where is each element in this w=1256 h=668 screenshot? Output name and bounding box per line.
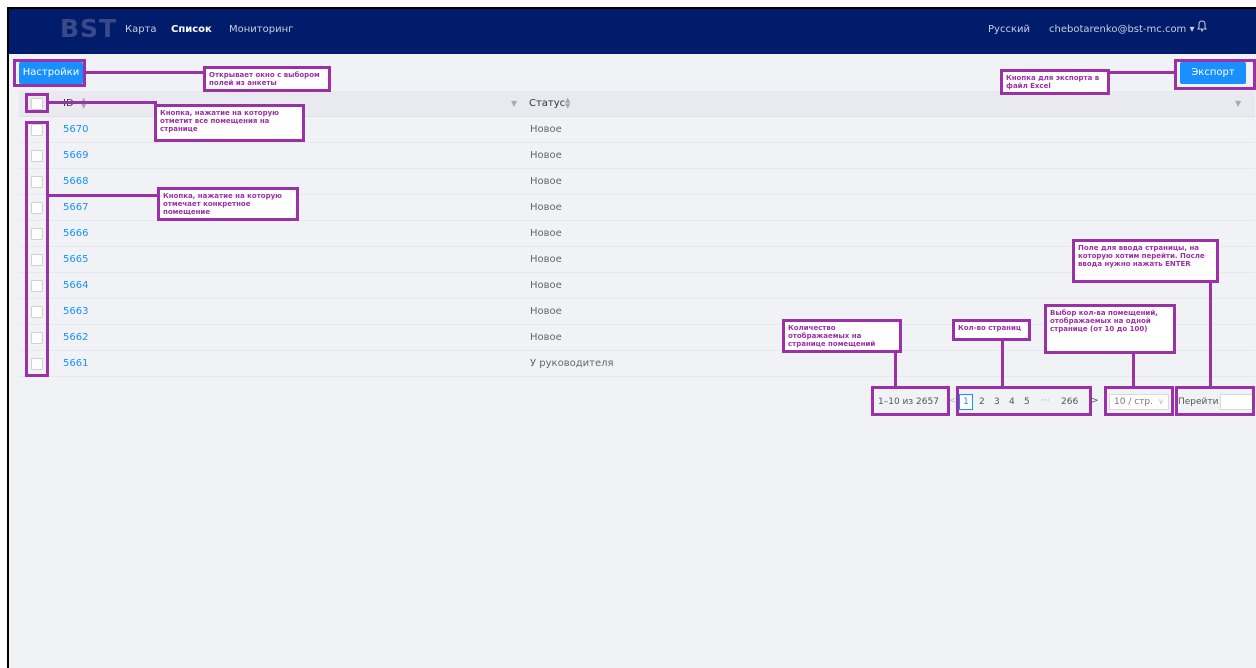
table-row: 5664 Новое — [19, 273, 1255, 299]
user-menu[interactable]: chebotarenko@bst-mc.com ▾ — [1049, 24, 1195, 35]
nav-item-list[interactable]: Список — [171, 24, 212, 35]
top-navbar: BST Карта Список Мониторинг Русский cheb… — [9, 9, 1256, 54]
row-status: У руководителя — [530, 358, 614, 369]
annotation-export-box — [1174, 59, 1256, 90]
filter-icon[interactable]: ▼ — [511, 99, 517, 108]
annotation-page-size-box — [1104, 386, 1174, 416]
row-status: Новое — [530, 332, 562, 343]
annotation-row-checkboxes-box — [25, 121, 49, 377]
annotation-select-all-box — [25, 93, 49, 113]
annotation-page-size-label: Выбор кол-ва помещений, отображаемых на … — [1044, 304, 1176, 354]
bell-icon[interactable] — [1197, 20, 1211, 36]
row-status: Новое — [530, 254, 562, 265]
annotation-line — [1001, 339, 1004, 387]
column-header-status[interactable]: Статус — [529, 98, 565, 109]
row-status: Новое — [530, 306, 562, 317]
logo: BST — [60, 14, 118, 43]
row-id-link[interactable]: 5665 — [63, 254, 88, 265]
annotation-line — [1109, 71, 1175, 74]
row-id-link[interactable]: 5663 — [63, 306, 88, 317]
row-id-link[interactable]: 5662 — [63, 332, 88, 343]
row-status: Новое — [530, 280, 562, 291]
table-row: 5665 Новое — [19, 247, 1255, 273]
row-status: Новое — [530, 228, 562, 239]
nav-item-map[interactable]: Карта — [125, 24, 157, 35]
language-selector[interactable]: Русский — [988, 24, 1030, 35]
row-id-link[interactable]: 5668 — [63, 176, 88, 187]
row-id-link[interactable]: 5667 — [63, 202, 88, 213]
annotation-line — [1209, 281, 1212, 387]
filter-icon[interactable]: ▼ — [1235, 99, 1241, 108]
annotation-line — [1132, 352, 1135, 387]
row-status: Новое — [530, 202, 562, 213]
table-row: 5666 Новое — [19, 221, 1255, 247]
annotation-select-row-label: Кнопка, нажатие на которую отмечает конк… — [157, 187, 299, 221]
annotation-goto-box — [1175, 386, 1255, 416]
annotation-pages-box — [956, 386, 1092, 416]
annotation-line — [49, 194, 159, 197]
row-id-link[interactable]: 5670 — [63, 124, 88, 135]
next-page-button[interactable]: > — [1091, 396, 1099, 406]
annotation-line — [49, 101, 157, 104]
row-status: Новое — [530, 150, 562, 161]
annotation-settings-label: Открывает окно с выбором полей из анкеты — [203, 66, 331, 92]
annotation-select-all-label: Кнопка, нажатие на которую отметит все п… — [154, 104, 305, 142]
row-id-link[interactable]: 5669 — [63, 150, 88, 161]
annotation-range-label: Количество отображаемых на странице поме… — [782, 319, 902, 353]
annotation-export-label: Кнопка для экспорта в файл Excel — [1000, 69, 1110, 95]
annotation-settings-box — [13, 59, 86, 87]
table-row: 5669 Новое — [19, 143, 1255, 169]
annotation-pages-label: Кол-во страниц — [952, 319, 1031, 341]
annotation-range-box — [871, 386, 950, 416]
sort-icon[interactable]: ▲ ▼ — [565, 97, 570, 110]
nav-item-monitoring[interactable]: Мониторинг — [229, 24, 293, 35]
row-id-link[interactable]: 5661 — [63, 358, 88, 369]
row-id-link[interactable]: 5666 — [63, 228, 88, 239]
table-row: 5661 У руководителя — [19, 351, 1255, 377]
app-frame: BST Карта Список Мониторинг Русский cheb… — [7, 7, 1256, 668]
annotation-line — [86, 71, 205, 74]
row-id-link[interactable]: 5664 — [63, 280, 88, 291]
row-status: Новое — [530, 176, 562, 187]
row-status: Новое — [530, 124, 562, 135]
annotation-goto-label: Поле для ввода страницы, на которую хоти… — [1072, 239, 1219, 283]
annotation-line — [894, 349, 897, 387]
